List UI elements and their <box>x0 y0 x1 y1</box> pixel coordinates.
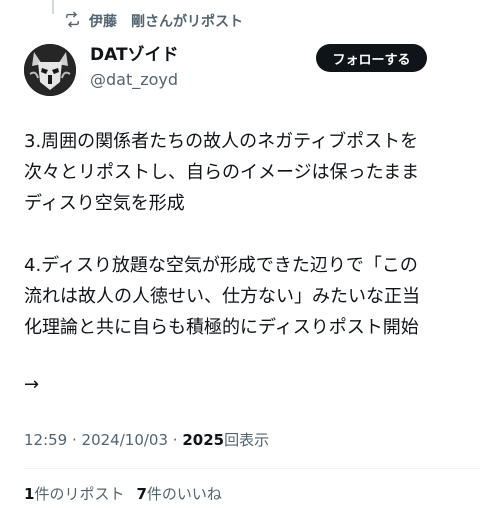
meta-separator: · <box>67 431 82 449</box>
likes-count: 7 <box>136 485 147 503</box>
tweet-line: 化理論と共に自らも積極的にディスりポスト開始 <box>24 317 419 338</box>
tweet-line: 次々とリポストし、自らのイメージは保ったまま <box>24 162 420 183</box>
repost-context-text: 伊藤 剛さんがリポスト <box>89 14 243 30</box>
arrow-text: → <box>24 374 40 395</box>
author-names[interactable]: DATゾイド @dat_zoyd <box>90 44 179 91</box>
repost-context[interactable]: 伊藤 剛さんがリポスト <box>64 10 243 32</box>
tweet-line: 4.ディスり放題な空気が形成できた辺りで「この <box>24 255 418 276</box>
view-count: 2025 <box>182 431 225 449</box>
view-label: 回表示 <box>224 431 270 449</box>
likes-label: 件のいいね <box>146 485 222 503</box>
follow-button[interactable]: フォローする <box>316 44 427 72</box>
reposts-label: 件のリポスト <box>34 485 125 503</box>
tweet-text: 3.周囲の関係者たちの故人のネガティブポストを 次々とリポストし、自らのイメージ… <box>24 126 464 343</box>
likes-stat[interactable]: 7件のいいね <box>136 485 221 503</box>
repost-icon <box>64 11 81 32</box>
timestamp-date[interactable]: 2024/10/03 <box>82 431 168 449</box>
timestamp-time[interactable]: 12:59 <box>24 431 67 449</box>
reposts-count: 1 <box>24 485 35 503</box>
tweet-line: ディスり空気を形成 <box>24 193 185 214</box>
meta-separator: · <box>168 431 183 449</box>
tweet-line: 3.周囲の関係者たちの故人のネガティブポストを <box>24 131 419 152</box>
divider <box>24 468 480 469</box>
tweet-stats: 1件のリポスト 7件のいいね <box>24 482 234 506</box>
display-name[interactable]: DATゾイド <box>90 44 179 66</box>
thread-line <box>52 0 54 14</box>
avatar[interactable] <box>24 44 76 96</box>
reposts-stat[interactable]: 1件のリポスト <box>24 485 124 503</box>
tweet-meta: 12:59 · 2024/10/03 · 2025回表示 <box>24 428 269 452</box>
handle[interactable]: @dat_zoyd <box>90 69 179 91</box>
tweet-line: 流れは故人の人徳せい、仕方ない」みたいな正当 <box>24 286 420 307</box>
